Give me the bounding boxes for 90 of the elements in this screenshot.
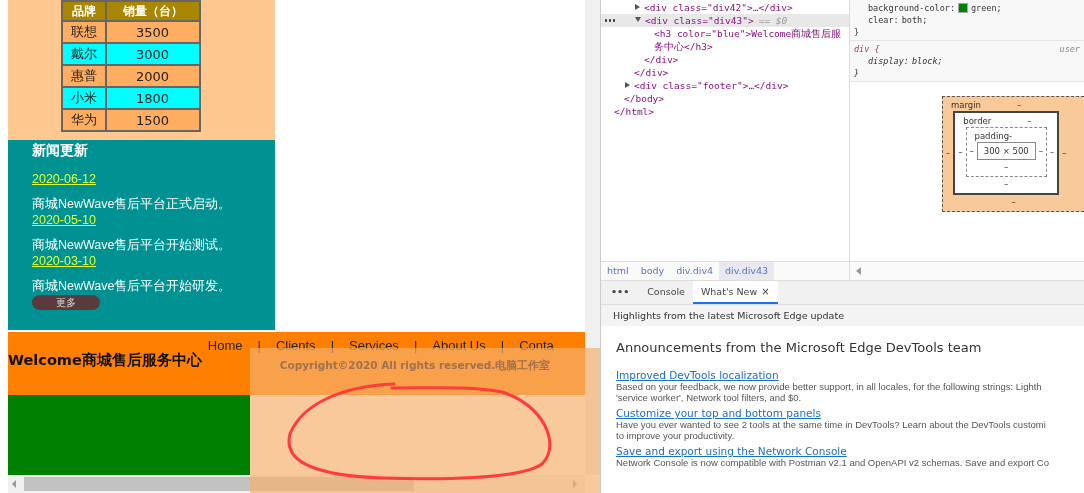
css-value: green; (971, 2, 1002, 14)
news-text: 商城NewWave售后平台正式启动。 (32, 196, 232, 213)
css-property: display: (868, 55, 909, 67)
article-description: 'service worker', Network tool filters, and $0. (616, 392, 802, 403)
closing-brace: } (854, 26, 861, 38)
breadcrumb[interactable]: body (634, 262, 671, 280)
breadcrumb[interactable]: div.div43 (719, 262, 775, 280)
css-property: clear: (868, 14, 899, 26)
article-link[interactable]: Save and export using the Network Console (616, 445, 847, 457)
box-value: - (1009, 130, 1013, 142)
nav-separator: | (330, 338, 334, 353)
box-value: – (1003, 161, 1010, 174)
column-header: 销量（台） (105, 1, 200, 21)
box-value: – (1049, 147, 1056, 157)
box-value: – (957, 147, 964, 157)
selected-marker: == $0 (758, 14, 788, 27)
box-label: margin (951, 99, 981, 111)
table-cell: 华为 (61, 109, 106, 131)
nav-separator: | (257, 338, 261, 353)
nav-link[interactable]: About Us (432, 338, 486, 353)
date-link[interactable]: 2020-06-12 (32, 172, 96, 186)
date-link[interactable]: 2020-05-10 (32, 213, 96, 227)
box-value: – (1037, 146, 1044, 156)
news-text: 商城NewWave售后平台开始测试。 (32, 237, 232, 254)
article-description: Network Console is now compatible with Postman v2.1 and OpenAPI v2 schemas. Save and export Co (616, 457, 1049, 468)
css-selector: div { (854, 43, 880, 55)
table-cell: 联想 (61, 21, 106, 43)
scroll-left-icon[interactable] (856, 267, 861, 275)
article-link[interactable]: Customize your top and bottom panels (616, 407, 821, 419)
dom-node[interactable]: <div class="footer">…</div> (601, 79, 849, 92)
stylesheet-origin[interactable]: user (1059, 43, 1080, 55)
dom-node[interactable]: <h3 color="blue">Welcome商城售后服务中心</h3> (601, 27, 849, 53)
box-value: – (1061, 148, 1068, 158)
closing-tag: </body> (624, 92, 665, 105)
more-tabs-button[interactable]: ••• (601, 281, 640, 304)
nav-separator: | (413, 338, 418, 353)
vertical-scrollbar[interactable] (585, 0, 600, 475)
table-cell: 小米 (61, 87, 106, 109)
closing-brace: } (854, 67, 861, 79)
article-link[interactable]: Improved DevTools localization (616, 369, 779, 381)
box-value: – (1017, 99, 1022, 111)
copyright-text: Copyright©2020 All rights reserved.电脑工作室 (279, 359, 551, 373)
css-property: background-color: (868, 2, 955, 14)
horizontal-scrollbar[interactable] (8, 475, 585, 493)
table-cell: 戴尔 (61, 43, 106, 65)
more-button[interactable]: 更多 (32, 295, 100, 310)
closing-tag: </html> (614, 105, 655, 118)
box-value: – (1010, 196, 1017, 209)
tag-text: <h3 color="blue">Welcome商城售后服务中心</h3> (654, 27, 843, 53)
breadcrumb[interactable]: html (601, 262, 635, 280)
drawer-tab[interactable]: What's New × (692, 281, 778, 304)
content-size: 300 × 500 (976, 142, 1036, 160)
site-title: Welcome商城售后服务中心 (8, 351, 202, 370)
nav-link[interactable]: Clients (275, 338, 316, 353)
css-value: both; (901, 14, 928, 26)
close-icon[interactable]: × (761, 286, 770, 297)
tag-text: <div class="div42">…</div> (644, 1, 793, 14)
scrollbar-thumb[interactable] (24, 477, 414, 491)
nav-separator: | (500, 338, 505, 353)
news-text: 商城NewWave售后平台开始研发。 (32, 278, 232, 295)
nav-link[interactable]: Services (349, 338, 399, 353)
news-heading: 新闻更新 (32, 142, 88, 160)
more-dots-icon[interactable] (604, 19, 616, 22)
date-link[interactable]: 2020-03-10 (32, 254, 96, 268)
color-swatch[interactable] (958, 3, 968, 13)
scroll-left-icon[interactable] (12, 480, 16, 488)
box-value: – (1027, 115, 1032, 127)
collapsed-triangle-icon[interactable] (625, 82, 630, 88)
article-description: Based on your feedback, we now provide better support, in all locales, for the following strings: Lighth (616, 381, 1042, 392)
table-cell: 惠普 (61, 65, 106, 87)
breadcrumb[interactable]: div.div4 (670, 262, 720, 280)
css-value: block; (911, 55, 943, 67)
drawer-tab[interactable]: Console (639, 281, 693, 304)
article-description: Have you ever wanted to see 2 tools at the same time in DevTools? Learn about the DevTools customi (616, 419, 1046, 430)
box-value: – (968, 146, 975, 156)
closing-tag: </div> (644, 53, 679, 66)
section-title: Announcements from the Microsoft Edge DevTools team (616, 340, 982, 355)
column-header: 品牌 (61, 1, 106, 21)
box-value: – (1003, 178, 1010, 191)
subtitle-bar: Highlights from the latest Microsoft Edge update (601, 305, 1084, 326)
box-value: – (945, 148, 952, 158)
tag-text: <div class="footer">…</div> (634, 79, 789, 92)
dom-node[interactable]: <div class="div43"> == $0 (601, 14, 849, 27)
article-description: to improve your productivity. (616, 430, 735, 441)
nav-link[interactable]: Home (207, 338, 243, 353)
tag-text: <div class="div43"> (645, 14, 754, 27)
box-label: border (963, 115, 992, 127)
expanded-triangle-icon[interactable] (635, 17, 641, 22)
nav-link[interactable]: Conta (519, 338, 554, 353)
closing-tag: </div> (634, 66, 669, 79)
